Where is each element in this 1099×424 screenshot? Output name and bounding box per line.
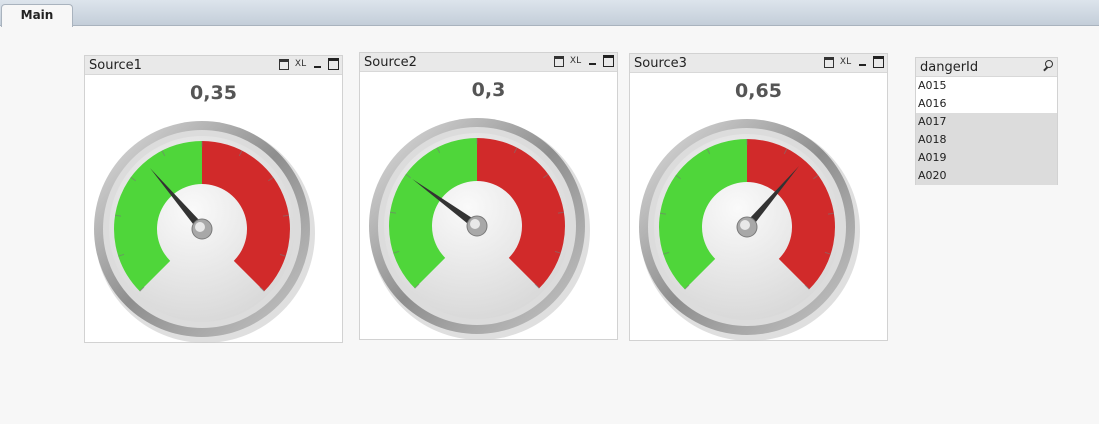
print-icon[interactable]: [553, 55, 564, 67]
maximize-icon[interactable]: [873, 56, 884, 68]
gauge-hub-highlight: [470, 219, 480, 229]
object-caption[interactable]: Source2 XL: [360, 53, 617, 72]
gauge-dial: [639, 119, 860, 341]
listbox-caption[interactable]: dangerId: [916, 58, 1057, 77]
listbox-item[interactable]: A018: [916, 131, 1057, 149]
minimize-icon[interactable]: [312, 58, 323, 70]
listbox-item[interactable]: A017: [916, 113, 1057, 131]
search-icon[interactable]: [1041, 60, 1053, 72]
object-title: Source3: [634, 56, 687, 71]
listbox-item[interactable]: A016: [916, 95, 1057, 113]
object-title: Source1: [89, 58, 142, 73]
tab-main[interactable]: Main: [1, 4, 73, 27]
maximize-icon[interactable]: [603, 55, 614, 67]
listbox-item[interactable]: A015: [916, 77, 1057, 95]
sheet-tab-bar: Main: [0, 0, 1099, 27]
object-title: Source2: [364, 55, 417, 70]
object-caption[interactable]: Source3 XL: [630, 54, 887, 73]
print-icon[interactable]: [823, 56, 834, 68]
listbox-item[interactable]: A020: [916, 167, 1057, 185]
gauge-object-source3[interactable]: Source3 XL 0,65: [629, 53, 888, 341]
gauge-dial: [369, 118, 590, 340]
minimize-icon[interactable]: [587, 55, 598, 67]
gauge-dial: [94, 121, 315, 343]
listbox-item[interactable]: A019: [916, 149, 1057, 167]
maximize-icon[interactable]: [328, 58, 339, 70]
gauge-object-source1[interactable]: Source1 XL 0,35: [84, 55, 343, 343]
xl-export-icon[interactable]: XL: [839, 56, 852, 68]
gauge-hub-highlight: [195, 222, 205, 232]
listbox-dangerid[interactable]: dangerId A015 A016 A017 A018 A019 A020: [915, 57, 1058, 185]
gauge-object-source2[interactable]: Source2 XL 0,3: [359, 52, 618, 340]
gauge-hub-highlight: [740, 220, 750, 230]
xl-export-icon[interactable]: XL: [294, 58, 307, 70]
print-icon[interactable]: [278, 58, 289, 70]
minimize-icon[interactable]: [857, 56, 868, 68]
xl-export-icon[interactable]: XL: [569, 55, 582, 67]
object-caption[interactable]: Source1 XL: [85, 56, 342, 75]
listbox-title: dangerId: [920, 60, 979, 75]
